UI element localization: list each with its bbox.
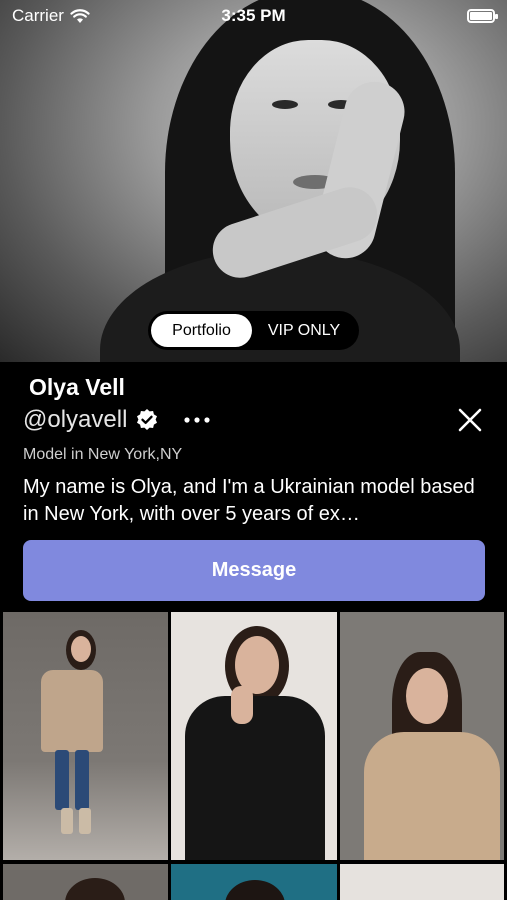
tab-vip-only[interactable]: VIP ONLY — [252, 314, 356, 347]
profile-panel: Olya Vell @olyavell Model in New York,NY… — [0, 362, 507, 610]
tab-portfolio[interactable]: Portfolio — [151, 314, 252, 347]
verified-badge-icon — [137, 409, 158, 430]
close-icon[interactable] — [457, 407, 483, 433]
handle-row: @olyavell — [23, 406, 211, 434]
profile-name: Olya Vell — [29, 374, 125, 400]
photo-tile-5[interactable] — [171, 864, 337, 900]
hero-photo: Portfolio VIP ONLY — [0, 0, 507, 362]
portfolio-vip-toggle[interactable]: Portfolio VIP ONLY — [148, 311, 359, 350]
profile-handle: @olyavell — [23, 406, 128, 433]
profile-bio: My name is Olya, and I'm a Ukrainian mod… — [23, 476, 475, 525]
photo-tile-4[interactable] — [3, 864, 168, 900]
photo-tile-2[interactable] — [171, 612, 337, 860]
photo-tile-6[interactable] — [340, 864, 504, 900]
battery-icon — [467, 9, 498, 23]
status-time: 3:35 PM — [221, 6, 286, 25]
more-icon[interactable] — [183, 416, 211, 424]
photo-grid — [0, 612, 507, 900]
photo-tile-1[interactable] — [3, 612, 168, 860]
hero-eye-left — [272, 100, 298, 109]
message-button[interactable]: Message — [23, 540, 485, 601]
carrier-label: Carrier — [12, 6, 64, 25]
profile-subtitle: Model in New York,NY — [23, 446, 183, 463]
wifi-icon — [70, 8, 90, 23]
photo-tile-3[interactable] — [340, 612, 504, 860]
status-bar: Carrier 3:35 PM — [0, 0, 507, 32]
